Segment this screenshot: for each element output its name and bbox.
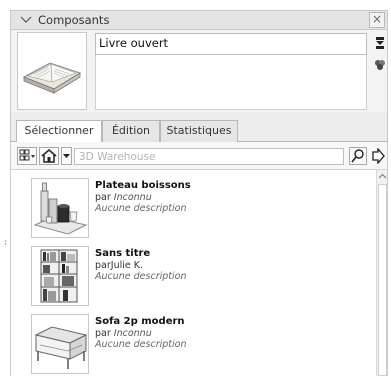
item-author: par Inconnu — [95, 192, 152, 203]
navigation-dropdown[interactable] — [61, 147, 72, 165]
item-author-prefix: par — [95, 328, 111, 339]
panel-title: Composants — [38, 13, 110, 27]
components-panel: Composants × Livre ouvert Sélectionner É… — [0, 0, 391, 376]
component-details-icon[interactable] — [373, 58, 387, 72]
open-book-thumbnail — [17, 32, 87, 110]
item-description: Aucune description — [95, 271, 187, 282]
list-item[interactable]: Sans titre parJulie K. Aucune descriptio… — [21, 246, 387, 312]
tab-edit[interactable]: Édition — [102, 120, 160, 142]
item-description: Aucune description — [95, 203, 187, 214]
scroll-up-icon[interactable] — [378, 173, 387, 180]
item-author-prefix: par — [95, 192, 111, 203]
dropdown-arrow-icon — [63, 154, 70, 158]
item-title[interactable]: Sans titre — [95, 248, 150, 259]
item-author: par Inconnu — [95, 328, 152, 339]
home-icon — [41, 149, 57, 163]
results-list: Plateau boissons par Inconnu Aucune desc… — [10, 170, 388, 376]
list-item[interactable]: Sofa 2p modern par Inconnu Aucune descri… — [21, 314, 387, 376]
resize-grip-icon[interactable] — [4, 240, 7, 246]
arrow-right-icon — [372, 147, 385, 165]
drinks-tray-thumbnail — [31, 178, 89, 238]
search-icon — [351, 149, 364, 163]
list-item[interactable]: Plateau boissons par Inconnu Aucune desc… — [21, 178, 387, 244]
view-options-icon — [19, 149, 35, 161]
home-button[interactable] — [39, 147, 59, 165]
tab-select[interactable]: Sélectionner — [16, 120, 102, 143]
chevron-down-icon[interactable] — [20, 12, 32, 28]
view-options-button[interactable] — [17, 147, 37, 165]
sofa-thumbnail — [31, 314, 89, 374]
scrollbar-thumb[interactable] — [378, 184, 387, 376]
search-button[interactable] — [349, 147, 367, 165]
tab-statistics[interactable]: Statistiques — [160, 120, 238, 142]
bookshelf-thumbnail — [31, 246, 89, 306]
item-title[interactable]: Plateau boissons — [95, 180, 191, 191]
close-button[interactable]: × — [369, 12, 385, 28]
item-title[interactable]: Sofa 2p modern — [95, 316, 185, 327]
selected-component-area: Livre ouvert — [10, 30, 388, 112]
component-name-field[interactable]: Livre ouvert — [95, 33, 367, 55]
panel-titlebar[interactable]: Composants × — [10, 10, 388, 30]
item-author-name: Julie K. — [110, 260, 143, 271]
component-description-field[interactable] — [95, 55, 367, 110]
item-author-name: Inconnu — [113, 192, 152, 203]
results-scrollbar[interactable] — [376, 170, 388, 376]
details-button[interactable] — [371, 147, 385, 165]
item-description: Aucune description — [95, 339, 187, 350]
item-author-prefix: par — [95, 260, 111, 271]
item-author: parJulie K. — [95, 260, 143, 271]
search-input[interactable] — [74, 148, 344, 165]
item-author-name: Inconnu — [113, 328, 152, 339]
display-secondary-pane-icon[interactable] — [373, 36, 387, 50]
